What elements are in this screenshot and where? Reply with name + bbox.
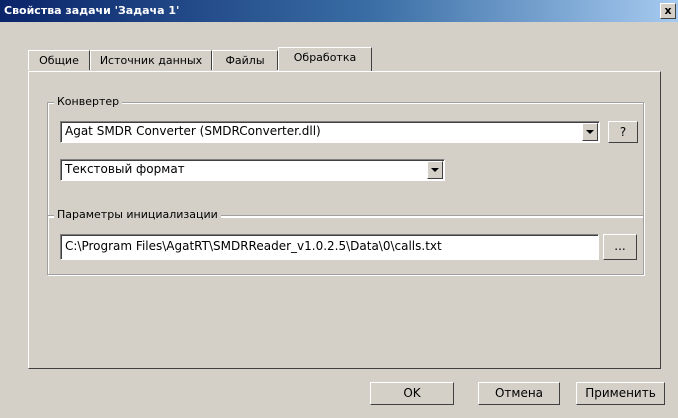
apply-button[interactable]: Применить (576, 382, 665, 405)
tab-data-source[interactable]: Источник данных (90, 50, 212, 70)
dialog-window: Свойства задачи 'Задача 1' x Общие Источ… (0, 0, 678, 418)
chevron-down-icon[interactable] (427, 161, 443, 179)
format-select[interactable]: Текстовый формат (60, 159, 445, 181)
close-button[interactable]: x (660, 3, 676, 19)
tab-processing[interactable]: Обработка (278, 47, 372, 71)
chevron-down-icon[interactable] (582, 123, 598, 141)
init-path-input[interactable]: C:\Program Files\AgatRT\SMDRReader_v1.0.… (60, 234, 599, 260)
ok-button[interactable]: OK (370, 382, 454, 405)
converter-select[interactable]: Agat SMDR Converter (SMDRConverter.dll) (60, 121, 600, 143)
converter-group: Конвертер Agat SMDR Converter (SMDRConve… (47, 95, 644, 217)
title-bar[interactable]: Свойства задачи 'Задача 1' x (0, 0, 678, 22)
init-path-value: C:\Program Files\AgatRT\SMDRReader_v1.0.… (65, 239, 442, 253)
init-params-group-label: Параметры инициализации (54, 208, 221, 221)
format-select-value: Текстовый формат (65, 162, 185, 176)
converter-group-label: Конвертер (54, 95, 123, 108)
cancel-button[interactable]: Отмена (478, 382, 560, 405)
window-title: Свойства задачи 'Задача 1' (4, 4, 180, 17)
converter-help-button[interactable]: ? (608, 121, 638, 143)
browse-button[interactable]: ... (603, 234, 637, 260)
init-params-group: Параметры инициализации C:\Program Files… (47, 208, 644, 275)
processing-panel: Конвертер Agat SMDR Converter (SMDRConve… (28, 71, 661, 369)
tab-files[interactable]: Файлы (212, 50, 278, 70)
converter-select-value: Agat SMDR Converter (SMDRConverter.dll) (65, 124, 321, 138)
tab-general[interactable]: Общие (28, 50, 90, 70)
